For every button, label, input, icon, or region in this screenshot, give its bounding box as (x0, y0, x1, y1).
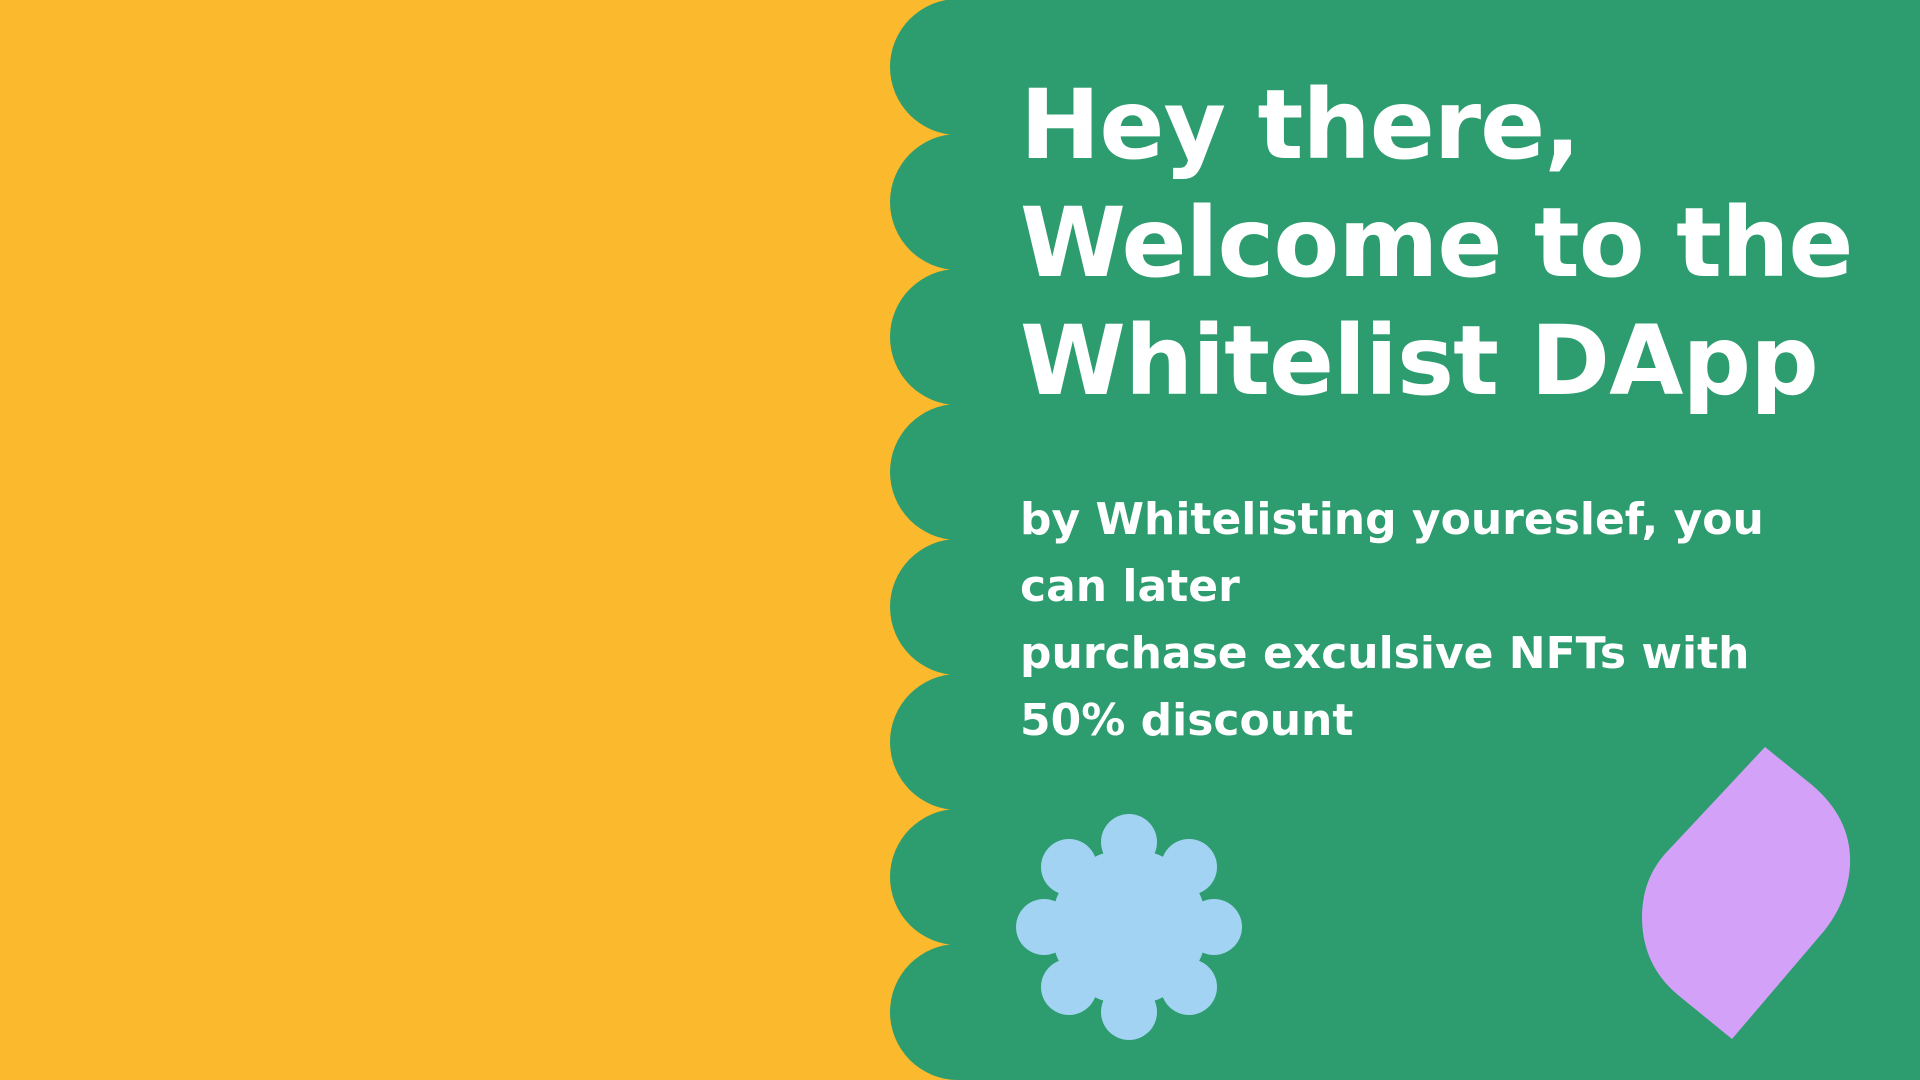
flower-icon (1016, 814, 1242, 1040)
title-line: Welcome to the (1020, 187, 1854, 299)
left-panel (0, 0, 950, 1080)
description-line: by Whitelisting youreslef, you (1020, 494, 1764, 545)
description-line: purchase exculsive NFTs with (1020, 628, 1750, 679)
page-title: Hey there, Welcome to the Whitelist DApp (1020, 66, 1900, 420)
description-line: can later (1020, 561, 1240, 612)
title-line: Whitelist DApp (1020, 305, 1819, 417)
leaf-icon (1642, 747, 1851, 1039)
description-line: 50% discount (1020, 695, 1354, 746)
page-description: by Whitelisting youreslef, you can later… (1020, 486, 1780, 754)
title-line: Hey there, (1020, 69, 1581, 181)
